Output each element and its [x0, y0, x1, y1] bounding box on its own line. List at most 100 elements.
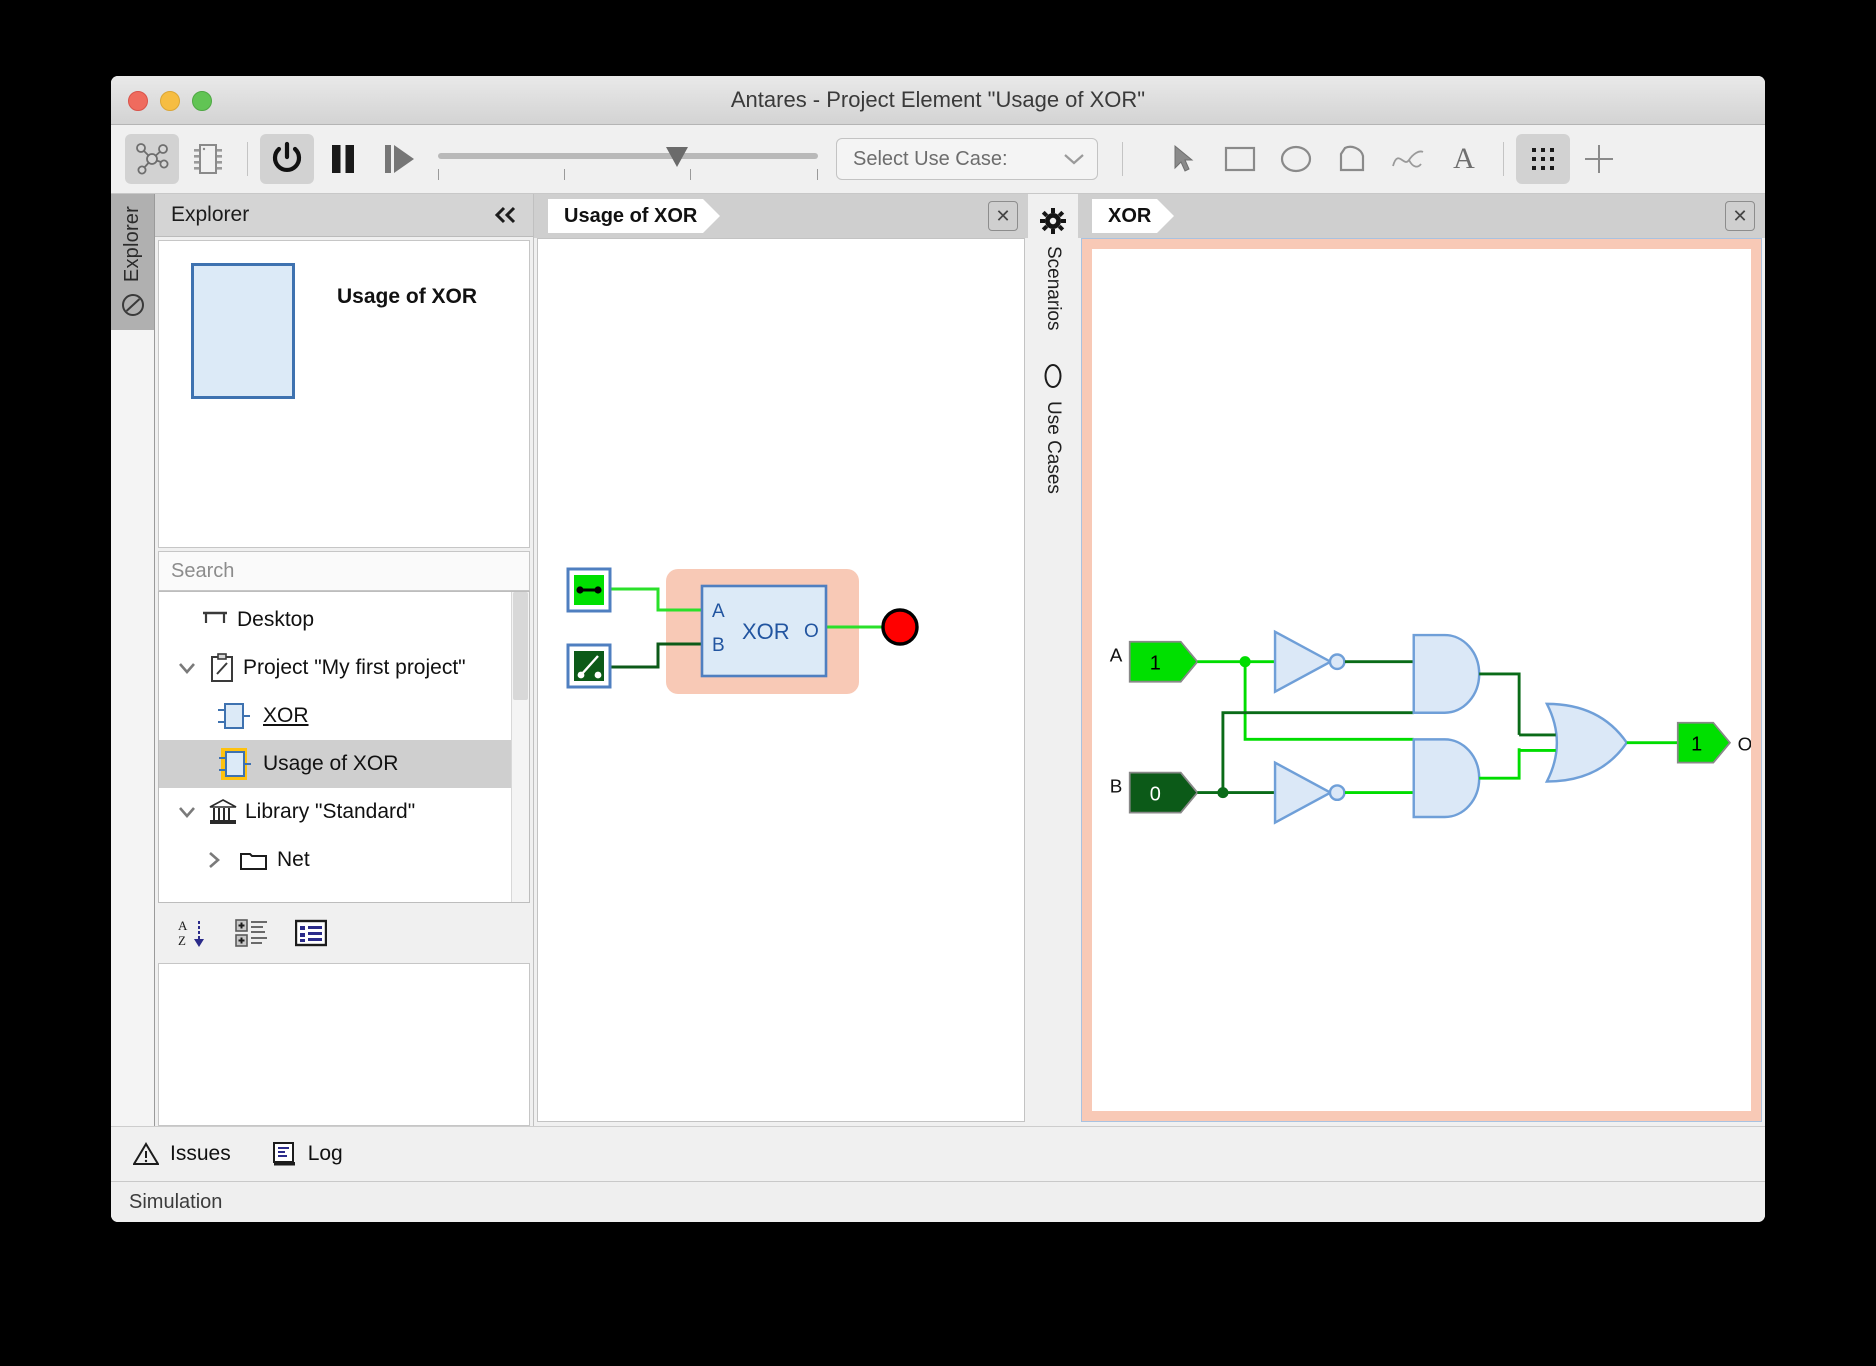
or-gate [1519, 702, 1629, 783]
close-icon[interactable]: ✕ [988, 201, 1018, 231]
network-graph-icon[interactable] [125, 134, 179, 184]
svg-text:Z: Z [178, 933, 186, 948]
xor-circuit: .gf{fill:#dbe8f7;stroke:#6f9fd8;stroke-w… [1110, 629, 1751, 825]
input-a-value: 1 [1150, 652, 1161, 674]
tab-xor[interactable]: XOR [1092, 199, 1175, 233]
usage-of-xor-panel: Usage of XOR ✕ A B XOR O [534, 194, 1028, 1126]
output-pin-o: 1 O [1676, 721, 1751, 764]
usage-of-xor-canvas[interactable]: A B XOR O [537, 238, 1025, 1122]
switch-open [566, 643, 612, 689]
explorer-preview: Usage of XOR [158, 240, 530, 548]
explorer-panel: Explorer Usage of XOR Search Desktop Pro… [155, 194, 534, 1126]
desktop-icon [201, 608, 229, 632]
switch-closed [566, 567, 612, 613]
tree-item-label: Usage of XOR [263, 752, 399, 775]
step-icon[interactable] [372, 134, 426, 184]
tree-chevron-down-icon[interactable] [177, 805, 201, 819]
tree-item-desktop[interactable]: Desktop [159, 596, 511, 644]
chip-icon[interactable] [181, 134, 235, 184]
expand-all-button[interactable] [235, 918, 269, 948]
tree-chevron-right-icon[interactable] [207, 850, 231, 870]
log-label: Log [307, 1142, 343, 1165]
xor-canvas-inner[interactable]: .gf{fill:#dbe8f7;stroke:#6f9fd8;stroke-w… [1092, 249, 1751, 1111]
power-icon[interactable] [260, 134, 314, 184]
library-icon [209, 798, 237, 826]
not-gate-a [1273, 629, 1346, 694]
bottom-bar: Issues Log [111, 1126, 1765, 1181]
scenario-rail: Scenarios Use Cases [1028, 194, 1078, 1126]
folder-icon [239, 848, 269, 872]
crosshair-tool[interactable] [1572, 134, 1626, 184]
polygon-tool[interactable] [1325, 134, 1379, 184]
tree-item-project[interactable]: Project "My first project" [159, 644, 511, 692]
tree-scrollbar[interactable] [511, 592, 529, 902]
and-gate-top [1412, 633, 1481, 714]
xor-panel: XOR ✕ .gf{fill:#dbe8f7;stroke:#6f9fd8;st… [1078, 194, 1765, 1126]
tab-usage-of-xor[interactable]: Usage of XOR [548, 199, 721, 233]
select-use-case-dropdown[interactable]: Select Use Case: [836, 138, 1098, 180]
not-gate-b [1273, 760, 1346, 825]
curve-tool[interactable] [1381, 134, 1435, 184]
tree-item-label: Desktop [237, 608, 315, 631]
xor-block: A B XOR O [700, 584, 828, 678]
and-gate-bottom [1412, 738, 1481, 819]
grid-tool[interactable] [1516, 134, 1570, 184]
input-a-label: A [1110, 645, 1123, 666]
clipboard-icon [209, 653, 235, 683]
rail-filler [111, 330, 154, 1126]
input-pin-b: B 0 [1110, 771, 1199, 814]
simulation-speed-slider[interactable] [438, 139, 818, 180]
block-icon-highlighted [215, 746, 255, 782]
led-indicator [881, 608, 919, 646]
log-button[interactable]: Log [271, 1141, 343, 1167]
tree-item-net[interactable]: Net [159, 836, 511, 884]
tree-chevron-down-icon[interactable] [177, 661, 201, 675]
slider-thumb[interactable] [666, 147, 688, 167]
pointer-tool[interactable] [1157, 134, 1211, 184]
rail-label-scenarios[interactable]: Scenarios [1042, 246, 1064, 331]
explorer-properties-area [158, 963, 530, 1126]
toolbar-separator [247, 142, 248, 176]
input-pin-a: A 1 [1110, 640, 1199, 683]
slider-track [438, 153, 818, 159]
preview-block-shape [191, 263, 295, 399]
search-input[interactable]: Search [158, 551, 530, 591]
list-view-button[interactable] [295, 919, 327, 947]
output-o-value: 1 [1691, 733, 1702, 755]
xor-canvas[interactable]: .gf{fill:#dbe8f7;stroke:#6f9fd8;stroke-w… [1081, 238, 1762, 1122]
xor-output-label: O [804, 621, 819, 642]
explorer-tools: A Z [155, 903, 533, 963]
tree-item-library[interactable]: Library "Standard" [159, 788, 511, 836]
select-use-case-label: Select Use Case: [853, 147, 1008, 170]
rectangle-tool[interactable] [1213, 134, 1267, 184]
warning-triangle-icon [133, 1142, 159, 1166]
block-icon [215, 699, 255, 733]
tree-scrollbar-thumb [513, 592, 528, 700]
tree-item-usage-of-xor[interactable]: Usage of XOR [159, 740, 511, 788]
issues-button[interactable]: Issues [133, 1142, 231, 1166]
no-entry-icon[interactable] [120, 292, 146, 318]
right-tabbar: XOR ✕ [1078, 194, 1765, 238]
rail-label-use-cases[interactable]: Use Cases [1042, 401, 1064, 494]
tree-item-label: XOR [263, 704, 309, 727]
chevron-down-icon [1064, 154, 1084, 165]
status-bar: Simulation [111, 1181, 1765, 1222]
editor-area: Usage of XOR ✕ A B XOR O Scenarios Use C… [534, 194, 1765, 1126]
ellipse-tool[interactable] [1269, 134, 1323, 184]
rail-label-explorer[interactable]: Explorer [121, 206, 144, 282]
app-window: Antares - Project Element "Usage of XOR" [111, 76, 1765, 1222]
text-tool[interactable]: A [1437, 134, 1491, 184]
explorer-header: Explorer [155, 194, 533, 237]
tree-item-label: Library "Standard" [245, 800, 416, 823]
oval-icon[interactable] [1043, 363, 1063, 389]
gear-icon[interactable] [1040, 208, 1066, 234]
sort-az-button[interactable]: A Z [177, 917, 209, 949]
pause-icon[interactable] [316, 134, 370, 184]
tree-item-xor[interactable]: XOR [159, 692, 511, 740]
double-chevron-left-icon[interactable] [493, 205, 519, 225]
svg-text:A: A [178, 918, 188, 933]
main-toolbar: Select Use Case: A [111, 125, 1765, 194]
xor-input-a-label: A [712, 601, 725, 622]
title-bar: Antares - Project Element "Usage of XOR" [111, 76, 1765, 125]
close-icon[interactable]: ✕ [1725, 201, 1755, 231]
